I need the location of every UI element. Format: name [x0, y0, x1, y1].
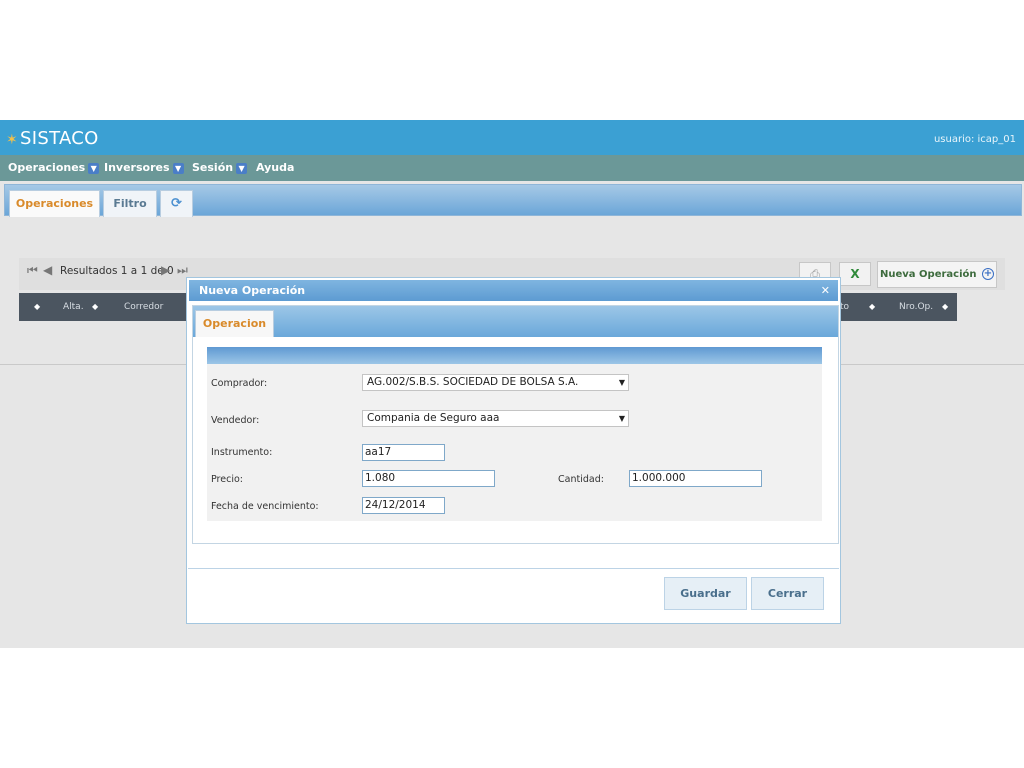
instrumento-label: Instrumento: — [211, 447, 273, 458]
column-header[interactable]: Nro.Op. — [899, 302, 933, 312]
cantidad-label: Cantidad: — [558, 474, 604, 485]
vendedor-select[interactable]: Compania de Seguro aaa ▼ — [362, 410, 629, 427]
menu-label: Operaciones — [8, 161, 86, 174]
app-title: SISTACO — [20, 128, 99, 149]
vendedor-value: Compania de Seguro aaa — [367, 412, 500, 424]
vendedor-label: Vendedor: — [211, 415, 260, 426]
menu-inversores[interactable]: Inversores ▼ — [104, 161, 184, 174]
save-button[interactable]: Guardar — [664, 577, 747, 610]
comprador-label: Comprador: — [211, 378, 268, 389]
app-logo: ✶ SISTACO — [6, 128, 99, 149]
menu-ayuda[interactable]: Ayuda — [256, 161, 294, 174]
runner-icon: ✶ — [6, 132, 19, 148]
column-header[interactable]: Corredor — [124, 302, 163, 312]
operation-form: Comprador: AG.002/S.B.S. SOCIEDAD DE BOL… — [207, 347, 822, 521]
form-header — [207, 347, 822, 364]
cancel-button[interactable]: Cerrar — [751, 577, 824, 610]
last-page-icon[interactable]: ⏭ — [177, 263, 188, 278]
column-header[interactable]: to — [840, 302, 849, 312]
new-operation-dialog: Nueva Operación ✕ Operacion Comprador: A… — [186, 277, 841, 624]
next-page-icon[interactable]: ▶ — [161, 263, 170, 277]
tab-operacion[interactable]: Operacion — [195, 310, 274, 337]
menu-sesion[interactable]: Sesión ▼ — [192, 161, 248, 174]
tab-operaciones[interactable]: Operaciones — [9, 190, 100, 217]
new-operation-label: Nueva Operación — [880, 269, 977, 280]
tab-filtro[interactable]: Filtro — [103, 190, 157, 217]
chevron-down-icon: ▼ — [618, 414, 625, 423]
instrumento-input[interactable]: aa17 — [362, 444, 445, 461]
new-operation-button[interactable]: Nueva Operación + — [877, 261, 997, 288]
chevron-down-icon: ▼ — [236, 162, 248, 174]
dialog-tabbar: Operacion — [193, 306, 838, 337]
menu-label: Ayuda — [256, 161, 295, 174]
chevron-down-icon: ▼ — [618, 378, 625, 387]
sort-icon[interactable]: ◆ — [869, 302, 875, 311]
comprador-select[interactable]: AG.002/S.B.S. SOCIEDAD DE BOLSA S.A. ▼ — [362, 374, 629, 391]
main-menu: Operaciones ▼ Inversores ▼ Sesión ▼ Ayuda — [0, 155, 1024, 181]
plus-icon: + — [981, 268, 994, 280]
user-label: usuario: icap_01 — [933, 134, 1016, 145]
comprador-value: AG.002/S.B.S. SOCIEDAD DE BOLSA S.A. — [367, 376, 579, 388]
chevron-down-icon: ▼ — [172, 162, 184, 174]
fecha-input[interactable]: 24/12/2014 — [362, 497, 445, 514]
refresh-icon[interactable]: ⟳ — [160, 190, 193, 217]
sort-icon[interactable]: ◆ — [34, 302, 40, 311]
precio-input[interactable]: 1.080 — [362, 470, 495, 487]
menu-label: Inversores — [104, 161, 170, 174]
menu-label: Sesión — [192, 161, 234, 174]
cantidad-input[interactable]: 1.000.000 — [629, 470, 762, 487]
app-header: ✶ SISTACO usuario: icap_01 — [0, 120, 1024, 155]
results-count: Resultados 1 a 1 de 0 — [60, 265, 174, 277]
chevron-down-icon: ▼ — [88, 162, 100, 174]
prev-page-icon[interactable]: ◀ — [43, 263, 52, 277]
fecha-label: Fecha de vencimiento: — [211, 501, 319, 512]
menu-operaciones[interactable]: Operaciones ▼ — [8, 161, 100, 174]
divider — [188, 568, 839, 569]
precio-label: Precio: — [211, 474, 243, 485]
column-header[interactable]: Alta. — [63, 302, 84, 312]
sort-icon[interactable]: ◆ — [942, 302, 948, 311]
dialog-titlebar[interactable]: Nueva Operación ✕ — [189, 280, 838, 301]
sort-icon[interactable]: ◆ — [92, 302, 98, 311]
app-window: ✶ SISTACO usuario: icap_01 Operaciones ▼ I… — [0, 120, 1024, 648]
dialog-body: Operacion Comprador: AG.002/S.B.S. SOCIE… — [192, 305, 839, 544]
dialog-title: Nueva Operación — [199, 284, 306, 297]
excel-icon[interactable]: X — [839, 262, 871, 286]
first-page-icon[interactable]: ⏮ — [27, 263, 38, 278]
close-icon[interactable]: ✕ — [821, 280, 830, 301]
tab-strip: Operaciones Filtro ⟳ — [4, 184, 1022, 217]
